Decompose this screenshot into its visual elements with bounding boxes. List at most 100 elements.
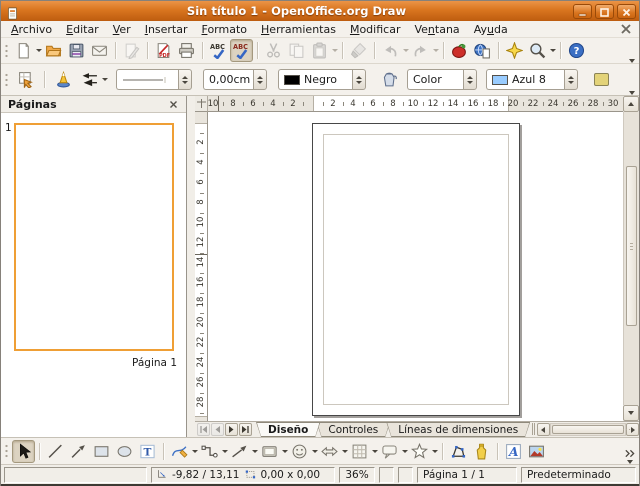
dropdown-caret[interactable] [311, 450, 318, 453]
symbol-shapes-button[interactable] [288, 440, 311, 463]
page-thumbnail[interactable] [14, 123, 174, 351]
menu-modificar[interactable]: Modificar [343, 22, 408, 37]
ellipse-button[interactable] [113, 440, 136, 463]
flowchart-button[interactable] [348, 440, 371, 463]
vertical-scrollbar[interactable] [623, 112, 639, 405]
menu-ver[interactable]: Ver [106, 22, 138, 37]
panel-splitter[interactable] [187, 96, 195, 437]
save-floppy-button[interactable] [65, 39, 88, 62]
dropdown-caret[interactable] [341, 450, 348, 453]
page-style[interactable]: Predeterminado [521, 467, 636, 483]
dropdown-caret[interactable] [549, 49, 556, 52]
area-dialog-button[interactable] [377, 68, 401, 92]
toolbar-grip[interactable] [4, 71, 9, 89]
spellcheck-button[interactable]: ABC [207, 39, 230, 62]
horizontal-scrollbar[interactable] [550, 423, 626, 436]
scroll-left-button[interactable] [537, 423, 550, 436]
help-button[interactable]: ? [565, 39, 588, 62]
line-style-combo[interactable] [116, 69, 192, 90]
menu-archivo[interactable]: Archivo [4, 22, 59, 37]
menu-herramientas[interactable]: Herramientas [254, 22, 343, 37]
navigator-star-button[interactable] [503, 39, 526, 62]
toolbar-overflow-caret[interactable] [624, 449, 635, 464]
panel-close-icon[interactable] [168, 99, 179, 110]
arrow-style-button[interactable] [77, 68, 101, 92]
maximize-button[interactable] [595, 4, 614, 19]
dropdown-caret[interactable] [221, 450, 228, 453]
close-document-icon[interactable] [620, 23, 632, 35]
curve-pen-button[interactable] [168, 440, 191, 463]
next-page-button[interactable] [225, 423, 238, 436]
basic-shapes-button[interactable] [258, 440, 281, 463]
auto-spellcheck-button[interactable]: ABC [230, 39, 253, 62]
connector-button[interactable] [198, 440, 221, 463]
line-style-spinner[interactable] [178, 69, 192, 90]
zoom-magnifier-button[interactable] [526, 39, 549, 62]
stars-button[interactable] [408, 440, 431, 463]
horizontal-scrollbar-thumb[interactable] [552, 425, 624, 434]
last-page-button[interactable] [239, 423, 252, 436]
edit-points-button[interactable] [447, 440, 470, 463]
print-button[interactable] [175, 39, 198, 62]
open-folder-button[interactable] [42, 39, 65, 62]
dropdown-caret[interactable] [35, 49, 42, 52]
dropdown-caret[interactable] [431, 450, 438, 453]
tab-disen-o[interactable]: Diseño [256, 422, 320, 437]
menu-formato[interactable]: Formato [195, 22, 255, 37]
arrow-line-button[interactable] [67, 440, 90, 463]
gallery-button[interactable] [448, 39, 471, 62]
dropdown-caret[interactable] [251, 450, 258, 453]
drawing-viewport[interactable] [208, 112, 623, 421]
dropdown-caret[interactable] [281, 450, 288, 453]
select-arrow-button[interactable] [12, 440, 35, 463]
dropdown-caret[interactable] [101, 78, 108, 81]
lines-arrows-button[interactable] [228, 440, 251, 463]
menu-insertar[interactable]: Insertar [138, 22, 195, 37]
zoom-level[interactable]: 36% [339, 467, 375, 483]
dropdown-caret[interactable] [401, 450, 408, 453]
email-envelope-button[interactable] [88, 39, 111, 62]
tab-controles[interactable]: Controles [316, 422, 390, 437]
line-width-stepper[interactable]: 0,00cm [203, 69, 267, 90]
toolbar-grip[interactable] [4, 442, 9, 460]
glue-points-button[interactable] [470, 440, 493, 463]
dropdown-caret[interactable] [191, 450, 198, 453]
rectangle-button[interactable] [90, 440, 113, 463]
fill-color-spinner[interactable] [564, 69, 578, 90]
line-button[interactable] [44, 440, 67, 463]
toolbar-grip[interactable] [4, 42, 9, 60]
dropdown-caret[interactable] [371, 450, 378, 453]
close-button[interactable] [617, 4, 636, 19]
toolbar-overflow-caret[interactable] [629, 57, 635, 63]
shadow-toggle-button[interactable] [589, 68, 613, 92]
vertical-scrollbar-thumb[interactable] [626, 166, 637, 326]
fontwork-button[interactable]: A [502, 440, 525, 463]
line-width-spinner[interactable] [253, 69, 267, 90]
export-pdf-button[interactable]: PDF [152, 39, 175, 62]
tab-scroll-divider[interactable] [532, 423, 535, 435]
menu-editar[interactable]: Editar [59, 22, 106, 37]
scroll-up-button[interactable] [623, 96, 639, 112]
styles-formatting-button[interactable] [14, 68, 38, 92]
line-width-value[interactable]: 0,00cm [203, 69, 253, 90]
line-dialog-button[interactable] [51, 68, 75, 92]
hyperlink-globe-button[interactable] [471, 39, 494, 62]
tab-li-neas-de-dimensiones[interactable]: Líneas de dimensiones [386, 422, 530, 437]
callouts-button[interactable] [378, 440, 401, 463]
titlebar[interactable]: Sin título 1 - OpenOffice.org Draw [1, 1, 639, 21]
toolbar-overflow-caret[interactable] [629, 91, 635, 95]
drawing-page[interactable] [312, 123, 520, 416]
block-arrows-button[interactable] [318, 440, 341, 463]
line-color-spinner[interactable] [352, 69, 366, 90]
fill-type-select[interactable]: Color [407, 69, 477, 90]
new-document-button[interactable] [12, 39, 35, 62]
minimize-button[interactable] [573, 4, 592, 19]
scroll-down-button[interactable] [623, 405, 639, 421]
insert-image-button[interactable] [525, 440, 548, 463]
fill-type-spinner[interactable] [463, 69, 477, 90]
fill-color-select[interactable]: Azul 8 [486, 69, 578, 90]
line-color-select[interactable]: Negro [278, 69, 366, 90]
menu-ayuda[interactable]: Ayuda [467, 22, 515, 37]
text-box-button[interactable]: T [136, 440, 159, 463]
menu-ventana[interactable]: Ventana [407, 22, 466, 37]
